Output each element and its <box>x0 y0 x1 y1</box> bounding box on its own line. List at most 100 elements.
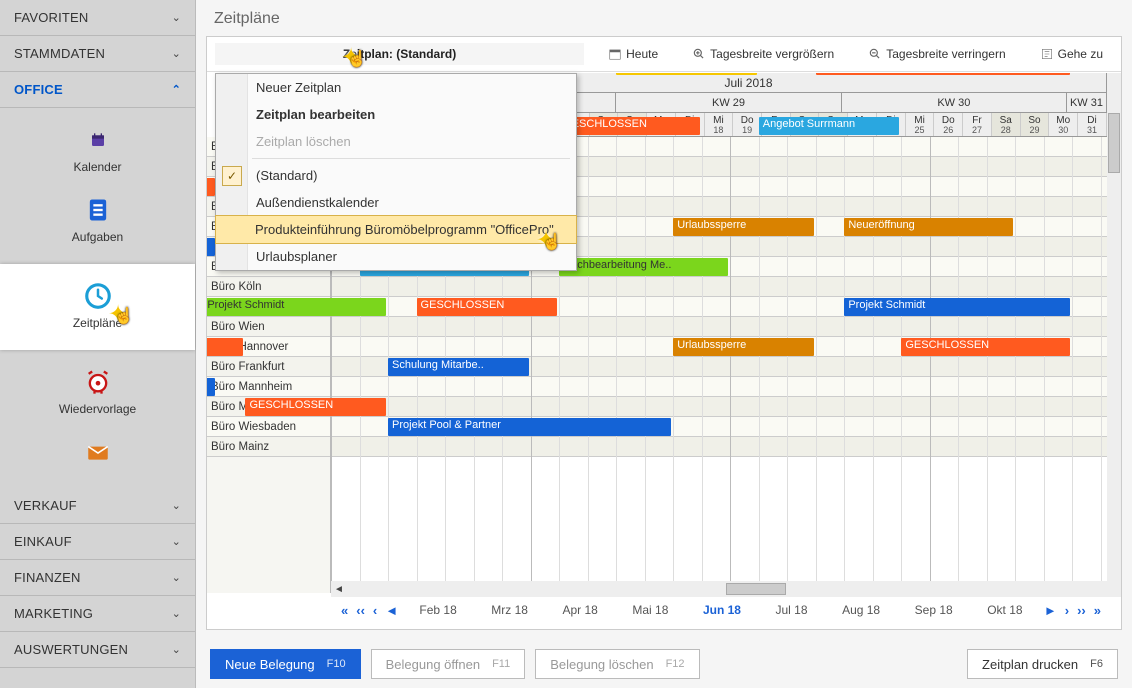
nav-first-icon[interactable]: « <box>337 603 352 618</box>
schedule-event[interactable]: Projekt Müller KG <box>207 238 215 256</box>
sidebar-section-label: FAVORITEN <box>14 10 89 25</box>
delete-occupancy-button: Belegung löschen F12 <box>535 649 699 679</box>
nav-last-icon[interactable]: » <box>1090 603 1105 618</box>
sidebar-section-stammdaten[interactable]: STAMMDATEN ⌄ <box>0 36 195 72</box>
schedule-event[interactable]: GESCHLOSSEN <box>245 398 386 416</box>
dropdown-item-label: (Standard) <box>256 168 317 183</box>
checkmark-icon: ✓ <box>222 166 242 186</box>
ruler-month[interactable]: Mrz 18 <box>491 603 528 617</box>
sidebar-section-finanzen[interactable]: FINANZEN ⌄ <box>0 560 195 596</box>
zoom-out-button[interactable]: Tagesbreite verringern <box>858 43 1015 65</box>
schedule-event[interactable]: Projekt Pool & Partner <box>388 418 671 436</box>
ruler-month[interactable]: Apr 18 <box>563 603 598 617</box>
nav-item-aufgaben[interactable]: Aufgaben <box>0 184 195 254</box>
ruler-month[interactable]: Sep 18 <box>915 603 953 617</box>
schedule-event[interactable]: Projekt Müller KG <box>207 378 215 396</box>
ruler-month[interactable]: Jul 18 <box>776 603 808 617</box>
print-plan-button[interactable]: Zeitplan drucken F6 <box>967 649 1118 679</box>
schedule-event[interactable]: Urlaubssperre <box>673 218 814 236</box>
ruler-month[interactable]: Feb 18 <box>419 603 456 617</box>
sidebar-section-label: MARKETING <box>14 606 93 621</box>
schedule-event[interactable]: GESCHLOSSEN <box>816 73 1071 75</box>
nav-next-fast-icon[interactable]: ›› <box>1073 603 1090 618</box>
ruler-month[interactable]: Jun 18 <box>703 603 741 617</box>
resource-label: Büro Köln <box>207 277 330 297</box>
resource-label: Büro Mannheim <box>207 377 330 397</box>
scroll-thumb[interactable] <box>726 583 786 595</box>
open-occupancy-button: Belegung öffnen F11 <box>371 649 526 679</box>
plan-dropdown-menu: Neuer Zeitplan Zeitplan bearbeiten Zeitp… <box>215 73 577 271</box>
week-label: KW 31 <box>1067 93 1107 112</box>
day-header: Mo30 <box>1049 113 1078 136</box>
sidebar-section-office[interactable]: OFFICE ⌃ <box>0 72 195 108</box>
chevron-down-icon: ⌄ <box>172 47 181 60</box>
sidebar-section-favoriten[interactable]: FAVORITEN ⌄ <box>0 0 195 36</box>
schedule-event[interactable]: Nachbearbeitung Me.. <box>559 258 728 276</box>
dropdown-item-productlaunch[interactable]: Produkteinführung Büromöbelprogramm "Off… <box>215 215 577 244</box>
schedule-event[interactable]: Urlaubssperre <box>673 338 814 356</box>
scroll-left-icon[interactable]: ◄ <box>331 584 347 595</box>
schedule-event[interactable]: GESCHLOSSEN <box>417 298 558 316</box>
schedule-event[interactable]: GESCHLOSSEN <box>559 117 700 135</box>
today-button[interactable]: Heute <box>598 43 668 65</box>
ruler-month[interactable]: Aug 18 <box>842 603 880 617</box>
nav-item-kalender[interactable]: Kalender <box>0 114 195 184</box>
chevron-down-icon: ⌄ <box>172 571 181 584</box>
dropdown-item-label: Außendienstkalender <box>256 195 379 210</box>
nav-next-icon[interactable]: › <box>1061 603 1073 618</box>
nav-step-next-icon[interactable]: ► <box>1040 603 1061 618</box>
sidebar-section-label: EINKAUF <box>14 534 72 549</box>
vertical-scrollbar[interactable] <box>1107 73 1121 593</box>
new-occupancy-button[interactable]: Neue Belegung F10 <box>210 649 361 679</box>
horizontal-scrollbar[interactable]: ◄ ► <box>331 581 1121 597</box>
resource-label: Büro Wiesbaden <box>207 417 330 437</box>
action-label: Zeitplan drucken <box>982 657 1078 672</box>
schedule-toolbar: Zeitplan: (Standard) Heute Tagesbreite v… <box>207 37 1121 72</box>
plan-dropdown-button[interactable]: Zeitplan: (Standard) <box>215 43 584 65</box>
sidebar-section-auswertungen[interactable]: AUSWERTUNGEN ⌄ <box>0 632 195 668</box>
chevron-down-icon: ⌄ <box>172 535 181 548</box>
day-header: Do19 <box>733 113 762 136</box>
schedule-event[interactable]: GESCHLOSSEN <box>207 338 243 356</box>
action-key: F6 <box>1090 658 1103 670</box>
nav-item-wiedervorlage[interactable]: Wiedervorlage <box>0 356 195 426</box>
dropdown-item-fieldcalendar[interactable]: Außendienstkalender <box>216 189 576 216</box>
chevron-down-icon: ⌄ <box>172 11 181 24</box>
schedule-event[interactable]: GESCHLOSSEN <box>207 178 215 196</box>
nav-item-label: Zeitpläne <box>73 316 122 330</box>
alarm-icon <box>82 366 114 398</box>
toolbar-label: Tagesbreite verringern <box>886 47 1005 61</box>
nav-prev-fast-icon[interactable]: ‹‹ <box>352 603 369 618</box>
tasks-icon <box>82 194 114 226</box>
toolbar-label: Tagesbreite vergrößern <box>710 47 834 61</box>
dropdown-item-vacation[interactable]: Urlaubsplaner <box>216 243 576 270</box>
schedule-event[interactable]: GESCHLOSSEN <box>901 338 1070 356</box>
day-header: Mi18 <box>705 113 734 136</box>
dropdown-item-label: Produkteinführung Büromöbelprogramm "Off… <box>255 222 554 237</box>
zoom-in-button[interactable]: Tagesbreite vergrößern <box>682 43 844 65</box>
sidebar-section-marketing[interactable]: MARKETING ⌄ <box>0 596 195 632</box>
scroll-thumb[interactable] <box>1108 113 1120 173</box>
dropdown-item-standard[interactable]: ✓ (Standard) <box>216 162 576 189</box>
schedule-event[interactable]: Projekt Schmidt <box>844 298 1070 316</box>
dropdown-item-edit-plan[interactable]: Zeitplan bearbeiten <box>216 101 576 128</box>
nav-item-more[interactable] <box>0 426 195 478</box>
goto-button[interactable]: Gehe zu <box>1030 43 1113 65</box>
schedule-event[interactable]: Planung Projekt Schmidt <box>207 298 386 316</box>
sidebar-section-label: FINANZEN <box>14 570 81 585</box>
nav-prev-icon[interactable]: ‹ <box>369 603 381 618</box>
schedule-event[interactable]: Schulung Mitarbe.. <box>388 358 529 376</box>
week-label: KW 29 <box>616 93 841 112</box>
nav-item-zeitplaene[interactable]: Zeitpläne <box>0 270 195 340</box>
schedule-event[interactable]: Angebot Surrmann <box>759 117 900 135</box>
sidebar-section-einkauf[interactable]: EINKAUF ⌄ <box>0 524 195 560</box>
nav-step-prev-icon[interactable]: ◄ <box>381 603 402 618</box>
schedule-event[interactable]: Neueröffnung <box>844 218 1013 236</box>
ruler-month[interactable]: Okt 18 <box>987 603 1022 617</box>
ruler-month[interactable]: Mai 18 <box>632 603 668 617</box>
schedule-event[interactable]: Eröffnung Heinze .. <box>616 73 757 75</box>
action-label: Belegung öffnen <box>386 657 480 672</box>
chevron-down-icon: ⌄ <box>172 607 181 620</box>
sidebar-section-verkauf[interactable]: VERKAUF ⌄ <box>0 488 195 524</box>
dropdown-item-new-plan[interactable]: Neuer Zeitplan <box>216 74 576 101</box>
